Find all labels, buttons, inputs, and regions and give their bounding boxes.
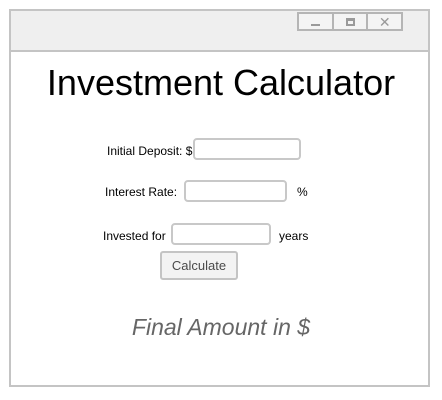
deposit-input[interactable] [193,138,301,160]
years-input[interactable] [171,223,271,245]
years-suffix: years [279,229,309,243]
title-bar: ✕ [11,11,428,52]
page-title: Investment Calculator [46,62,396,103]
deposit-label: Initial Deposit: $ [107,144,193,158]
window-controls: ✕ [297,12,403,31]
maximize-icon [345,17,355,26]
invested-for-label: Invested for [103,229,166,243]
percent-suffix: % [297,185,308,199]
calculate-button[interactable]: Calculate [160,251,238,280]
close-button[interactable]: ✕ [366,14,401,29]
final-amount-result: Final Amount in $ [131,314,311,340]
minimize-icon [310,24,320,26]
interest-rate-input[interactable] [184,180,287,202]
close-icon: ✕ [378,13,391,30]
minimize-button[interactable] [299,14,332,29]
maximize-button[interactable] [331,14,367,29]
interest-rate-label: Interest Rate: [105,185,178,199]
